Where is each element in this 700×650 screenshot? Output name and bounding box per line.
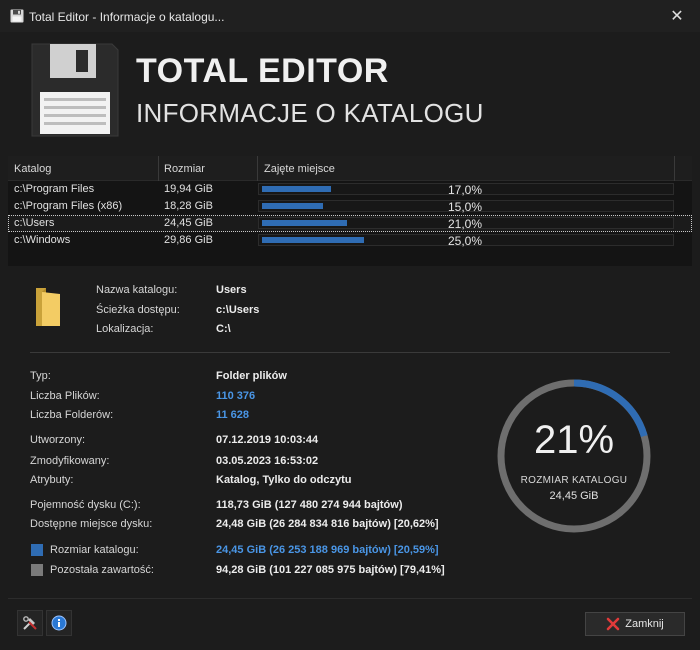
table-row[interactable]: c:\Program Files 19,94 GiB 17,0% (8, 181, 692, 198)
usage-bar-fill (262, 237, 364, 243)
legend-swatch-dir-size (31, 544, 43, 556)
close-icon: ✕ (670, 8, 684, 25)
ring-percent: 21% (533, 418, 615, 462)
row-size: 24,45 GiB (164, 217, 213, 229)
value-modified: 03.05.2023 16:53:02 (216, 455, 319, 467)
value-location: C:\ (216, 323, 231, 335)
row-size: 18,28 GiB (164, 200, 213, 212)
value-disk-capacity: 118,73 GiB (127 480 274 944 bajtów) (216, 499, 403, 511)
label-dir-size: Rozmiar katalogu: (50, 544, 139, 556)
title-bar: Total Editor - Informacje o katalogu... … (0, 0, 700, 32)
value-dir-size: 24,45 GiB (26 253 188 969 bajtów) [20,59… (216, 544, 439, 556)
page-subtitle: INFORMACJE O KATALOGU (136, 98, 484, 128)
close-button-label: Zamknij (625, 618, 664, 630)
table-row[interactable]: c:\Windows 29,86 GiB 25,0% (8, 232, 692, 249)
label-attributes: Atrybuty: (30, 474, 74, 486)
info-button[interactable] (46, 610, 72, 636)
tools-button[interactable] (17, 610, 43, 636)
row-percent: 15,0% (448, 200, 483, 214)
table-row[interactable]: c:\Program Files (x86) 18,28 GiB 15,0% (8, 198, 692, 215)
usage-bar-fill (262, 220, 347, 226)
table-header: Katalog Rozmiar Zajęte miejsce (8, 156, 692, 181)
folder-icon (36, 288, 60, 326)
column-divider (158, 156, 159, 181)
legend-swatch-remaining (31, 564, 43, 576)
window-title: Total Editor - Informacje o katalogu... (29, 10, 225, 24)
usage-bar-fill (262, 186, 331, 192)
label-disk-capacity: Pojemność dysku (C:): (30, 499, 141, 511)
row-name: c:\Program Files (14, 183, 95, 195)
label-created: Utworzony: (30, 434, 86, 446)
value-folder-count: 11 628 (216, 409, 250, 421)
value-free-space: 24,48 GiB (26 284 834 816 bajtów) [20,62… (216, 518, 439, 530)
floppy-disk-icon (10, 9, 24, 23)
row-percent: 21,0% (448, 217, 483, 231)
divider (30, 352, 670, 353)
value-name: Users (216, 284, 247, 296)
footer-divider (8, 598, 692, 599)
label-type: Typ: (30, 370, 51, 382)
value-file-count: 110 376 (216, 390, 256, 402)
row-size: 19,94 GiB (164, 183, 213, 195)
column-divider (257, 156, 258, 181)
value-remaining: 94,28 GiB (101 227 085 975 bajtów) [79,4… (216, 564, 445, 576)
floppy-disk-icon (31, 43, 119, 137)
label-file-count: Liczba Plików: (30, 390, 100, 402)
value-path: c:\Users (216, 304, 260, 316)
table-row-selected[interactable]: c:\Users 24,45 GiB 21,0% (8, 215, 692, 232)
label-modified: Zmodyfikowany: (30, 455, 110, 467)
label-folder-count: Liczba Folderów: (30, 409, 114, 421)
ring-size: 24,45 GiB (549, 490, 599, 502)
value-attributes: Katalog, Tylko do odczytu (216, 474, 352, 486)
close-button[interactable]: Zamknij (585, 612, 685, 636)
window-close-button[interactable]: ✕ (654, 0, 700, 32)
info-icon (51, 615, 67, 631)
value-created: 07.12.2019 10:03:44 (216, 434, 319, 446)
ring-caption: ROZMIAR KATALOGU (520, 475, 628, 486)
red-x-icon (606, 617, 620, 631)
column-header-katalog[interactable]: Katalog (14, 163, 51, 175)
label-path: Ścieżka dostępu: (96, 304, 180, 316)
label-remaining: Pozostała zawartość: (50, 564, 154, 576)
row-name: c:\Program Files (x86) (14, 200, 123, 212)
header: TOTAL EDITOR INFORMACJE O KATALOGU (0, 32, 700, 152)
app-name: TOTAL EDITOR (136, 52, 389, 90)
column-header-rozmiar[interactable]: Rozmiar (164, 163, 205, 175)
label-name: Nazwa katalogu: (96, 284, 178, 296)
label-location: Lokalizacja: (96, 323, 154, 335)
row-percent: 17,0% (448, 183, 483, 197)
row-name: c:\Windows (14, 234, 71, 246)
column-divider (674, 156, 675, 181)
tools-icon (23, 616, 37, 630)
row-percent: 25,0% (448, 234, 483, 248)
column-header-zajete[interactable]: Zajęte miejsce (264, 163, 335, 175)
value-type: Folder plików (216, 370, 287, 382)
usage-bar-fill (262, 203, 323, 209)
directory-table[interactable]: Katalog Rozmiar Zajęte miejsce c:\Progra… (8, 156, 692, 266)
row-size: 29,86 GiB (164, 234, 213, 246)
label-free-space: Dostępne miejsce dysku: (30, 518, 153, 530)
row-name: c:\Users (14, 217, 55, 229)
